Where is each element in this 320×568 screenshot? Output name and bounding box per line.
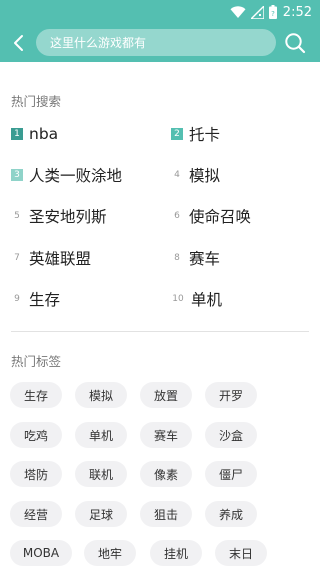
tag-chip[interactable]: 地牢 xyxy=(84,540,136,566)
hot-search-label: 模拟 xyxy=(189,167,221,185)
search-header xyxy=(0,24,320,62)
rank-badge: 7 xyxy=(14,253,20,263)
hot-search-item[interactable]: 2 托卡 xyxy=(171,122,220,146)
tag-chip[interactable]: 赛车 xyxy=(140,422,192,448)
hot-search-title: 热门搜索 xyxy=(11,94,62,109)
tag-chip[interactable]: 放置 xyxy=(140,382,192,408)
tag-chip[interactable]: MOBA xyxy=(10,540,72,566)
tag-chip[interactable]: 狙击 xyxy=(140,501,192,527)
hot-search-item[interactable]: 5 圣安地列斯 xyxy=(11,204,107,228)
hot-search-item[interactable]: 7 英雄联盟 xyxy=(11,246,91,270)
rank-badge: 8 xyxy=(174,253,180,263)
status-bar: ? 2:52 xyxy=(0,0,320,24)
hot-search-label: 圣安地列斯 xyxy=(29,208,107,226)
chevron-left-icon xyxy=(14,35,23,51)
tag-chip[interactable]: 沙盒 xyxy=(205,422,257,448)
hot-search-label: nba xyxy=(29,125,59,143)
hot-search-label: 单机 xyxy=(191,291,223,309)
rank-badge: 6 xyxy=(174,211,180,221)
tag-chip[interactable]: 联机 xyxy=(75,461,127,487)
hot-search-label: 赛车 xyxy=(189,250,221,268)
rank-badge: 9 xyxy=(14,294,20,304)
tag-chip[interactable]: 开罗 xyxy=(205,382,257,408)
tag-chip[interactable]: 经营 xyxy=(10,501,62,527)
search-input[interactable] xyxy=(48,34,276,51)
hot-search-item[interactable]: 9 生存 xyxy=(11,287,60,311)
tag-chip[interactable]: 生存 xyxy=(10,382,62,408)
section-divider xyxy=(11,331,309,332)
hot-search-label: 英雄联盟 xyxy=(29,250,92,268)
search-bar[interactable] xyxy=(36,29,276,56)
rank-badge: 3 xyxy=(11,169,23,181)
tag-chip[interactable]: 模拟 xyxy=(75,382,127,408)
rank-badge: 5 xyxy=(14,211,20,221)
hot-search-item[interactable]: 1 nba xyxy=(11,122,58,146)
hot-search-label: 生存 xyxy=(29,291,61,309)
hot-search-item[interactable]: 4 模拟 xyxy=(171,163,220,187)
tag-chip[interactable]: 挂机 xyxy=(150,540,202,566)
hot-search-item[interactable]: 6 使命召唤 xyxy=(171,204,251,228)
hot-search-item[interactable]: 8 赛车 xyxy=(171,246,220,270)
rank-badge: 1 xyxy=(11,128,23,140)
tag-chip[interactable]: 足球 xyxy=(75,501,127,527)
tag-chip[interactable]: 养成 xyxy=(205,501,257,527)
hot-search-item[interactable]: 10 单机 xyxy=(171,287,222,311)
hot-search-label: 使命召唤 xyxy=(189,208,252,226)
tag-chip[interactable]: 单机 xyxy=(75,422,127,448)
tag-chip[interactable]: 塔防 xyxy=(10,461,62,487)
hot-search-label: 托卡 xyxy=(189,126,221,144)
tag-chip[interactable]: 吃鸡 xyxy=(10,422,62,448)
hot-search-label: 人类一败涂地 xyxy=(29,167,123,185)
wifi-icon xyxy=(230,6,246,18)
battery-icon: ? xyxy=(268,5,277,19)
search-icon xyxy=(285,33,306,54)
tag-chip[interactable]: 僵尸 xyxy=(205,461,257,487)
search-button[interactable] xyxy=(283,31,307,55)
hot-search-item[interactable]: 3 人类一败涂地 xyxy=(11,163,122,187)
back-button[interactable] xyxy=(8,32,30,54)
rank-badge: 4 xyxy=(174,170,180,180)
rank-badge: 10 xyxy=(172,294,184,304)
rank-badge: 2 xyxy=(171,128,183,140)
svg-text:?: ? xyxy=(271,10,275,18)
hot-tags-title: 热门标签 xyxy=(11,354,62,369)
tag-chip[interactable]: 像素 xyxy=(140,461,192,487)
signal-icon xyxy=(250,5,264,19)
status-time: 2:52 xyxy=(282,4,312,20)
tag-chip[interactable]: 末日 xyxy=(215,540,267,566)
